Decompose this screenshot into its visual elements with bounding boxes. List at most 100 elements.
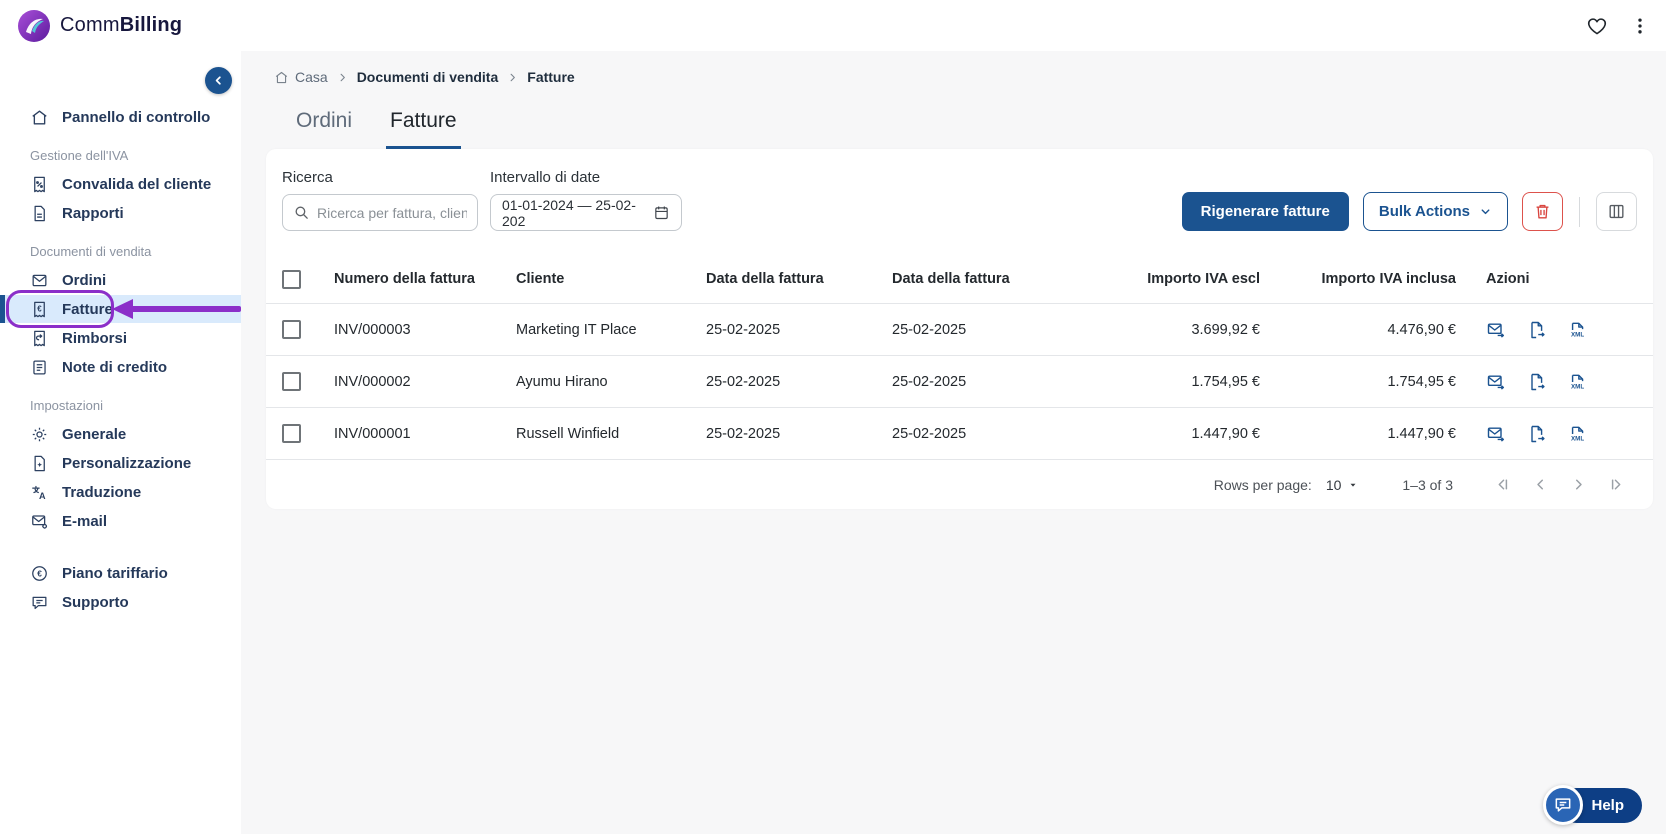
customer-name: Russell Winfield (516, 426, 706, 442)
topbar-actions (1584, 13, 1652, 39)
export-xml-icon[interactable]: XML (1568, 320, 1588, 340)
tab-fatture[interactable]: Fatture (386, 109, 461, 149)
filter-toolbar-row: Ricerca Intervallo di date 01-01-2024 — … (266, 149, 1653, 239)
columns-settings-button[interactable] (1596, 192, 1637, 231)
bulk-actions-button[interactable]: Bulk Actions (1363, 192, 1508, 231)
sidebar-item-generale[interactable]: Generale (0, 420, 241, 448)
sidebar-item-ordini[interactable]: Ordini (0, 266, 241, 294)
euro-circle-icon: € (30, 564, 49, 583)
column-header: Cliente (516, 271, 706, 287)
column-header: Numero della fattura (334, 271, 516, 287)
amount-incl-vat: 1.754,95 € (1264, 374, 1460, 390)
breadcrumb-home[interactable]: Casa (274, 69, 328, 85)
sidebar-item-label: Note di credito (62, 359, 167, 376)
gear-icon (30, 425, 49, 444)
row-checkbox[interactable] (282, 320, 301, 339)
support-chat-icon (30, 593, 49, 612)
sidebar-item-label: Traduzione (62, 484, 141, 501)
row-checkbox[interactable] (282, 424, 301, 443)
send-email-icon[interactable] (1486, 372, 1506, 392)
export-xml-icon[interactable]: XML (1568, 372, 1588, 392)
svg-text:€: € (37, 304, 42, 313)
customer-name: Marketing IT Place (516, 322, 706, 338)
top-header: CommBilling (0, 0, 1666, 51)
sidebar-footer: € Piano tariffario Supporto (0, 559, 241, 616)
receipt-percent-icon (30, 175, 49, 194)
invoice-date: 25-02-2025 (892, 374, 1078, 390)
sidebar-item-personalizzazione[interactable]: Personalizzazione (0, 449, 241, 477)
breadcrumb-current-fatture: Fatture (527, 69, 574, 85)
help-widget[interactable]: Help (1543, 785, 1642, 825)
sidebar-nav: Pannello di controllo Gestione dell'IVA … (0, 103, 241, 616)
invoice-euro-icon: € (30, 300, 49, 319)
rows-per-page-value: 10 (1326, 477, 1342, 493)
rows-per-page-select[interactable]: 10 (1326, 477, 1359, 493)
sidebar-item-label: Fatture (62, 301, 113, 318)
send-email-icon[interactable] (1486, 424, 1506, 444)
sidebar-item-traduzione[interactable]: A Traduzione (0, 478, 241, 506)
tutorial-arrow-head-icon (112, 299, 133, 319)
sidebar-item-note-di-credito[interactable]: Note di credito (0, 353, 241, 381)
last-page-icon[interactable] (1597, 470, 1635, 500)
rows-per-page-label: Rows per page: (1214, 477, 1312, 493)
sidebar-item-pannello-di-controllo[interactable]: Pannello di controllo (0, 103, 241, 131)
next-page-icon[interactable] (1559, 470, 1597, 500)
sidebar-section-documenti-di-vendita: Documenti di vendita (30, 244, 241, 259)
commbilling-logo-icon (16, 8, 52, 44)
svg-text:€: € (37, 568, 42, 578)
sidebar-item-fatture[interactable]: € Fatture (0, 295, 241, 323)
first-page-icon[interactable] (1483, 470, 1521, 500)
chevron-down-icon (1479, 205, 1492, 218)
breadcrumb-documenti-di-vendita[interactable]: Documenti di vendita (357, 69, 499, 85)
search-input-wrapper (282, 194, 478, 231)
export-xml-icon[interactable]: XML (1568, 424, 1588, 444)
sidebar-item-label: Convalida del cliente (62, 176, 211, 193)
export-document-icon[interactable] (1527, 424, 1547, 444)
date-range-label: Intervallo di date (490, 169, 682, 186)
date-range-input[interactable]: 01-01-2024 — 25-02-202 (490, 194, 682, 231)
home-icon (30, 108, 49, 127)
brand-logo: CommBilling (16, 8, 182, 44)
sidebar-item-label: Supporto (62, 594, 129, 611)
sidebar-item-rimborsi[interactable]: Rimborsi (0, 324, 241, 352)
sidebar-collapse-button[interactable] (205, 67, 232, 94)
export-document-icon[interactable] (1527, 320, 1547, 340)
previous-page-icon[interactable] (1521, 470, 1559, 500)
row-checkbox[interactable] (282, 372, 301, 391)
customer-name: Ayumu Hirano (516, 374, 706, 390)
kebab-menu-icon[interactable] (1628, 14, 1652, 38)
export-document-icon[interactable] (1527, 372, 1547, 392)
sidebar-item-convalida-del-cliente[interactable]: Convalida del cliente (0, 170, 241, 198)
sidebar-item-supporto[interactable]: Supporto (0, 588, 241, 616)
document-icon (30, 204, 49, 223)
column-header: Importo IVA escl (1078, 271, 1264, 287)
row-actions: XML (1460, 372, 1653, 392)
document-star-icon (30, 454, 49, 473)
page-range: 1–3 of 3 (1402, 477, 1453, 493)
table-row: INV/000001 Russell Winfield 25-02-2025 2… (266, 407, 1653, 459)
send-email-icon[interactable] (1486, 320, 1506, 340)
sidebar-item-label: Ordini (62, 272, 106, 289)
column-header: Data della fattura (892, 271, 1078, 287)
search-icon (293, 204, 310, 221)
home-icon (274, 70, 289, 85)
sidebar-item-email[interactable]: E-mail (0, 507, 241, 535)
delete-button[interactable] (1522, 192, 1563, 231)
tab-ordini[interactable]: Ordini (292, 109, 356, 149)
invoice-date: 25-02-2025 (892, 426, 1078, 442)
sidebar-item-rapporti[interactable]: Rapporti (0, 199, 241, 227)
caret-down-icon (1348, 480, 1358, 490)
row-actions: XML (1460, 320, 1653, 340)
invoices-table: Numero della fattura Cliente Data della … (266, 255, 1653, 459)
invoice-date: 25-02-2025 (706, 322, 892, 338)
columns-icon (1607, 202, 1626, 221)
favorites-heart-icon[interactable] (1584, 13, 1610, 39)
select-all-checkbox[interactable] (282, 270, 301, 289)
sidebar-item-label: Personalizzazione (62, 455, 191, 472)
regenerate-invoices-button[interactable]: Rigenerare fatture (1182, 192, 1349, 231)
table-row: INV/000002 Ayumu Hirano 25-02-2025 25-02… (266, 355, 1653, 407)
breadcrumb: Casa Documenti di vendita Fatture (266, 69, 1653, 85)
sidebar-item-piano-tariffario[interactable]: € Piano tariffario (0, 559, 241, 587)
search-input[interactable] (317, 205, 467, 221)
chevron-right-icon (507, 72, 518, 83)
